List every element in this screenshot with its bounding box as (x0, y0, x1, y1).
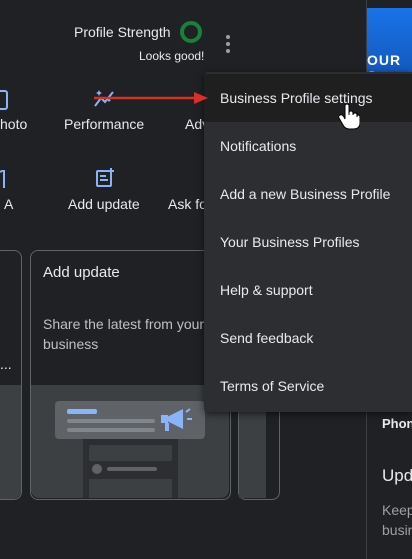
menu-item-your-business-profiles[interactable]: Your Business Profiles (204, 218, 412, 266)
profile-strength-label: Profile Strength (74, 24, 171, 40)
side-update-title: Upd (382, 466, 412, 485)
left-card-snippet: ... (0, 356, 12, 372)
add-update-action-label[interactable]: Add update (68, 196, 140, 212)
side-keep-text: Keep busin (382, 502, 412, 538)
menu-item-send-feedback[interactable]: Send feedback (204, 314, 412, 362)
ask-action-label[interactable]: Ask fo (168, 196, 207, 212)
overflow-menu: Business Profile settings Notifications … (204, 72, 412, 412)
add-update-card-illustration (31, 385, 229, 498)
qa-action-label[interactable]: A (4, 196, 13, 212)
menu-item-label: Add a new Business Profile (220, 186, 391, 202)
add-update-card-description: Share the latest from your business (43, 316, 205, 352)
menu-item-label: Your Business Profiles (220, 234, 360, 250)
menu-item-label: Help & support (220, 282, 313, 298)
left-card-image (0, 385, 21, 499)
kebab-menu-icon[interactable] (220, 34, 236, 54)
add-update-card-title: Add update (43, 264, 120, 281)
menu-item-label: Notifications (220, 138, 297, 154)
menu-item-help-support[interactable]: Help & support (204, 266, 412, 314)
hand-cursor-icon (338, 104, 360, 130)
profile-strength-status: Looks good! (139, 49, 205, 63)
photo-icon[interactable] (0, 90, 8, 110)
add-update-icon[interactable] (95, 168, 115, 188)
photo-action-label[interactable]: hoto (0, 116, 27, 132)
menu-item-label: Send feedback (220, 330, 314, 346)
menu-item-label: Terms of Service (220, 378, 325, 394)
annotation-arrow-icon (94, 92, 208, 104)
menu-item-terms-of-service[interactable]: Terms of Service (204, 362, 412, 410)
post-illustration-icon (55, 401, 205, 498)
menu-item-notifications[interactable]: Notifications (204, 122, 412, 170)
performance-action-label[interactable]: Performance (64, 116, 144, 132)
qa-icon[interactable] (0, 170, 6, 188)
menu-item-add-business-profile[interactable]: Add a new Business Profile (204, 170, 412, 218)
menu-item-business-profile-settings[interactable]: Business Profile settings (204, 74, 412, 122)
profile-strength-ring-icon (180, 21, 202, 43)
phone-label: Phon (382, 416, 412, 431)
